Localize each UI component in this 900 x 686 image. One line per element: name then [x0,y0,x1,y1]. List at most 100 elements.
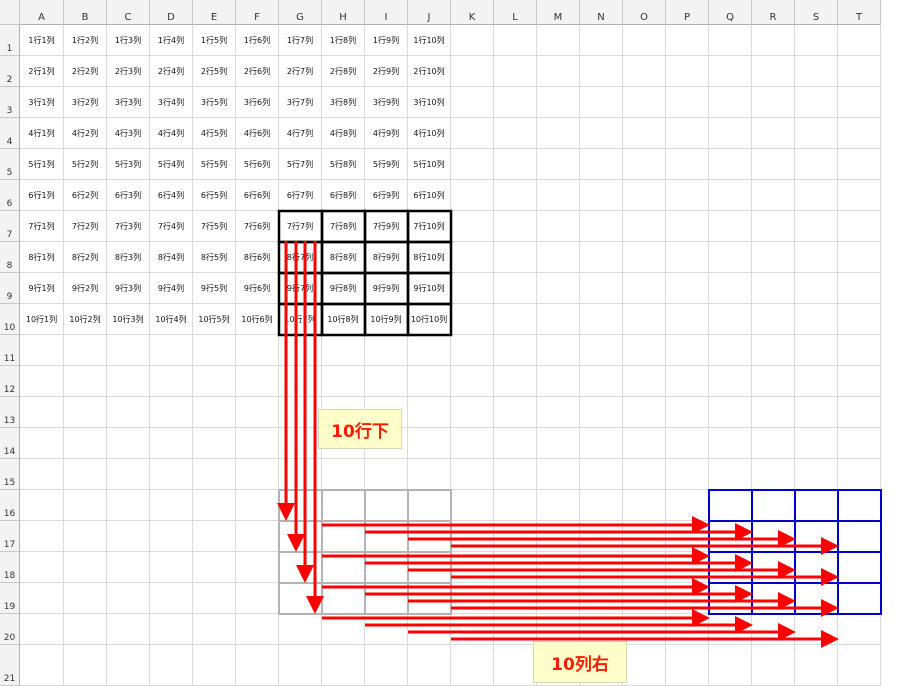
cell-h9[interactable]: 9行8列 [322,273,365,304]
cell-q14[interactable] [709,428,752,459]
cell-t7[interactable] [838,211,881,242]
cell-b5[interactable]: 5行2列 [64,149,107,180]
cell-b12[interactable] [64,366,107,397]
cell-t20[interactable] [838,614,881,645]
cell-c14[interactable] [107,428,150,459]
cell-k14[interactable] [451,428,494,459]
cell-r1[interactable] [752,25,795,56]
cell-f13[interactable] [236,397,279,428]
cell-j1[interactable]: 1行10列 [408,25,451,56]
cell-q8[interactable] [709,242,752,273]
column-header-t[interactable]: T [838,0,881,25]
cell-d12[interactable] [150,366,193,397]
cell-m12[interactable] [537,366,580,397]
cell-n17[interactable] [580,521,623,552]
cell-q17[interactable] [709,521,752,552]
cell-t1[interactable] [838,25,881,56]
cell-h21[interactable] [322,645,365,686]
cell-t18[interactable] [838,552,881,583]
cell-e12[interactable] [193,366,236,397]
cell-b21[interactable] [64,645,107,686]
cell-r6[interactable] [752,180,795,211]
cell-n14[interactable] [580,428,623,459]
cell-s10[interactable] [795,304,838,335]
cell-o18[interactable] [623,552,666,583]
cell-s5[interactable] [795,149,838,180]
cell-h20[interactable] [322,614,365,645]
cell-n18[interactable] [580,552,623,583]
cell-j3[interactable]: 3行10列 [408,87,451,118]
cell-j13[interactable] [408,397,451,428]
cell-k19[interactable] [451,583,494,614]
column-header-q[interactable]: Q [709,0,752,25]
cell-l14[interactable] [494,428,537,459]
cell-a6[interactable]: 6行1列 [20,180,64,211]
cell-s1[interactable] [795,25,838,56]
cell-i2[interactable]: 2行9列 [365,56,408,87]
cell-t14[interactable] [838,428,881,459]
cell-q4[interactable] [709,118,752,149]
cell-n5[interactable] [580,149,623,180]
cell-a1[interactable]: 1行1列 [20,25,64,56]
cell-q5[interactable] [709,149,752,180]
cell-o10[interactable] [623,304,666,335]
cell-c9[interactable]: 9行3列 [107,273,150,304]
cell-i5[interactable]: 5行9列 [365,149,408,180]
cell-c18[interactable] [107,552,150,583]
row-header-14[interactable]: 14 [0,428,20,459]
cell-h16[interactable] [322,490,365,521]
cell-d5[interactable]: 5行4列 [150,149,193,180]
cell-f11[interactable] [236,335,279,366]
cell-k18[interactable] [451,552,494,583]
cell-m18[interactable] [537,552,580,583]
cell-f4[interactable]: 4行6列 [236,118,279,149]
cell-s13[interactable] [795,397,838,428]
cell-k8[interactable] [451,242,494,273]
cell-m6[interactable] [537,180,580,211]
cell-a11[interactable] [20,335,64,366]
cell-f3[interactable]: 3行6列 [236,87,279,118]
cell-n3[interactable] [580,87,623,118]
cell-t6[interactable] [838,180,881,211]
cell-o4[interactable] [623,118,666,149]
cell-g19[interactable] [279,583,322,614]
cell-k6[interactable] [451,180,494,211]
cell-i20[interactable] [365,614,408,645]
cell-n16[interactable] [580,490,623,521]
cell-o17[interactable] [623,521,666,552]
row-header-8[interactable]: 8 [0,242,20,273]
cell-t12[interactable] [838,366,881,397]
row-header-3[interactable]: 3 [0,87,20,118]
row-header-10[interactable]: 10 [0,304,20,335]
cell-j9[interactable]: 9行10列 [408,273,451,304]
column-header-i[interactable]: I [365,0,408,25]
cell-h3[interactable]: 3行8列 [322,87,365,118]
cell-n1[interactable] [580,25,623,56]
cell-o7[interactable] [623,211,666,242]
cell-q10[interactable] [709,304,752,335]
cell-d7[interactable]: 7行4列 [150,211,193,242]
cell-a8[interactable]: 8行1列 [20,242,64,273]
cell-b9[interactable]: 9行2列 [64,273,107,304]
select-all-corner[interactable] [0,0,20,25]
cell-p10[interactable] [666,304,709,335]
cell-j11[interactable] [408,335,451,366]
cell-k20[interactable] [451,614,494,645]
cell-c16[interactable] [107,490,150,521]
row-header-20[interactable]: 20 [0,614,20,645]
cell-c6[interactable]: 6行3列 [107,180,150,211]
cell-p5[interactable] [666,149,709,180]
cell-m11[interactable] [537,335,580,366]
cell-m8[interactable] [537,242,580,273]
cell-p18[interactable] [666,552,709,583]
cell-r3[interactable] [752,87,795,118]
cell-c10[interactable]: 10行3列 [107,304,150,335]
cell-c19[interactable] [107,583,150,614]
cell-g8[interactable]: 8行7列 [279,242,322,273]
cell-f6[interactable]: 6行6列 [236,180,279,211]
cell-l1[interactable] [494,25,537,56]
cell-c12[interactable] [107,366,150,397]
cell-g3[interactable]: 3行7列 [279,87,322,118]
cell-c2[interactable]: 2行3列 [107,56,150,87]
cell-g7[interactable]: 7行7列 [279,211,322,242]
